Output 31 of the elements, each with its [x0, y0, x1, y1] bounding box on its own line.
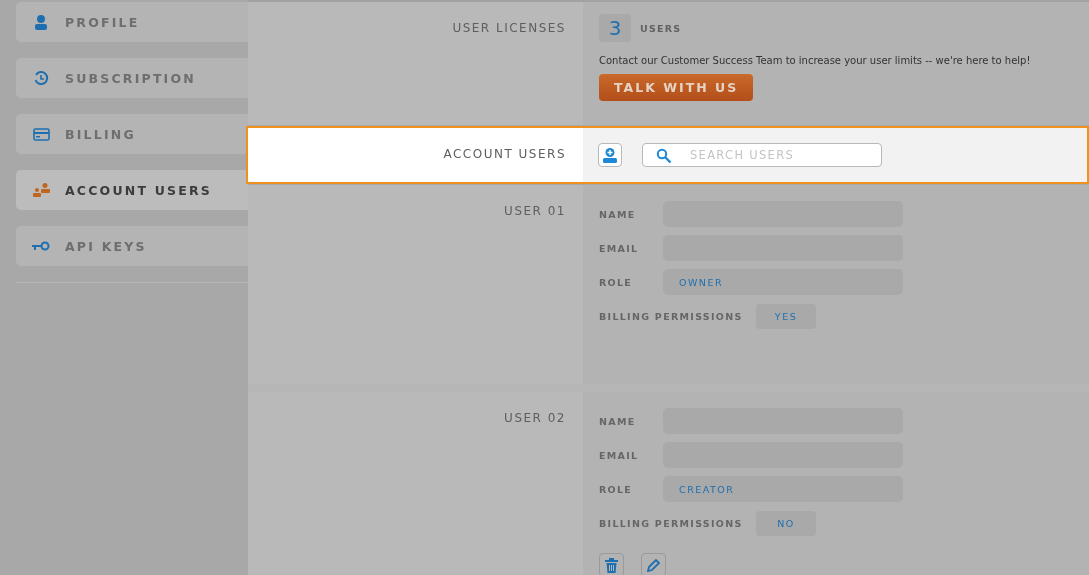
- section-label: ACCOUNT USERS: [248, 128, 583, 182]
- add-user-icon: [602, 147, 618, 163]
- field-box: OWNER: [663, 269, 903, 295]
- field-label: NAME: [599, 208, 637, 220]
- search-icon: [656, 148, 672, 164]
- permission-value: YES: [756, 303, 816, 329]
- field-label: EMAIL: [599, 449, 640, 461]
- license-unit: USERS: [640, 22, 682, 34]
- sidebar-item[interactable]: ACCOUNT USERS: [16, 170, 248, 210]
- license-count: 3: [599, 14, 631, 42]
- field-label: BILLING PERMISSIONS: [599, 310, 744, 322]
- section-label: USER LICENSES: [248, 2, 583, 125]
- field-label: NAME: [599, 415, 637, 427]
- key-icon: [32, 241, 50, 251]
- field-label: EMAIL: [599, 242, 640, 254]
- user-label: USER 01: [248, 185, 583, 384]
- search-field[interactable]: SEARCH USERS: [642, 143, 882, 167]
- users-icon: [32, 183, 50, 197]
- add-user-button[interactable]: [598, 143, 622, 167]
- sidebar-item[interactable]: BILLING: [16, 114, 248, 154]
- field-label: ROLE: [599, 276, 634, 288]
- credit-card-icon: [32, 127, 50, 141]
- talk-with-us-button[interactable]: TALK WITH US: [599, 74, 754, 101]
- clock-refresh-icon: [33, 70, 49, 86]
- sidebar-item[interactable]: API KEYS: [16, 226, 248, 266]
- person-icon: [33, 14, 49, 30]
- sidebar-item[interactable]: PROFILE: [16, 2, 248, 42]
- contact-message: Contact our Customer Success Team to increase your user limits -- we're here to help!: [599, 55, 1032, 66]
- field-label: BILLING PERMISSIONS: [599, 517, 744, 529]
- sidebar-item[interactable]: SUBSCRIPTION: [16, 58, 248, 98]
- field-label: ROLE: [599, 483, 634, 495]
